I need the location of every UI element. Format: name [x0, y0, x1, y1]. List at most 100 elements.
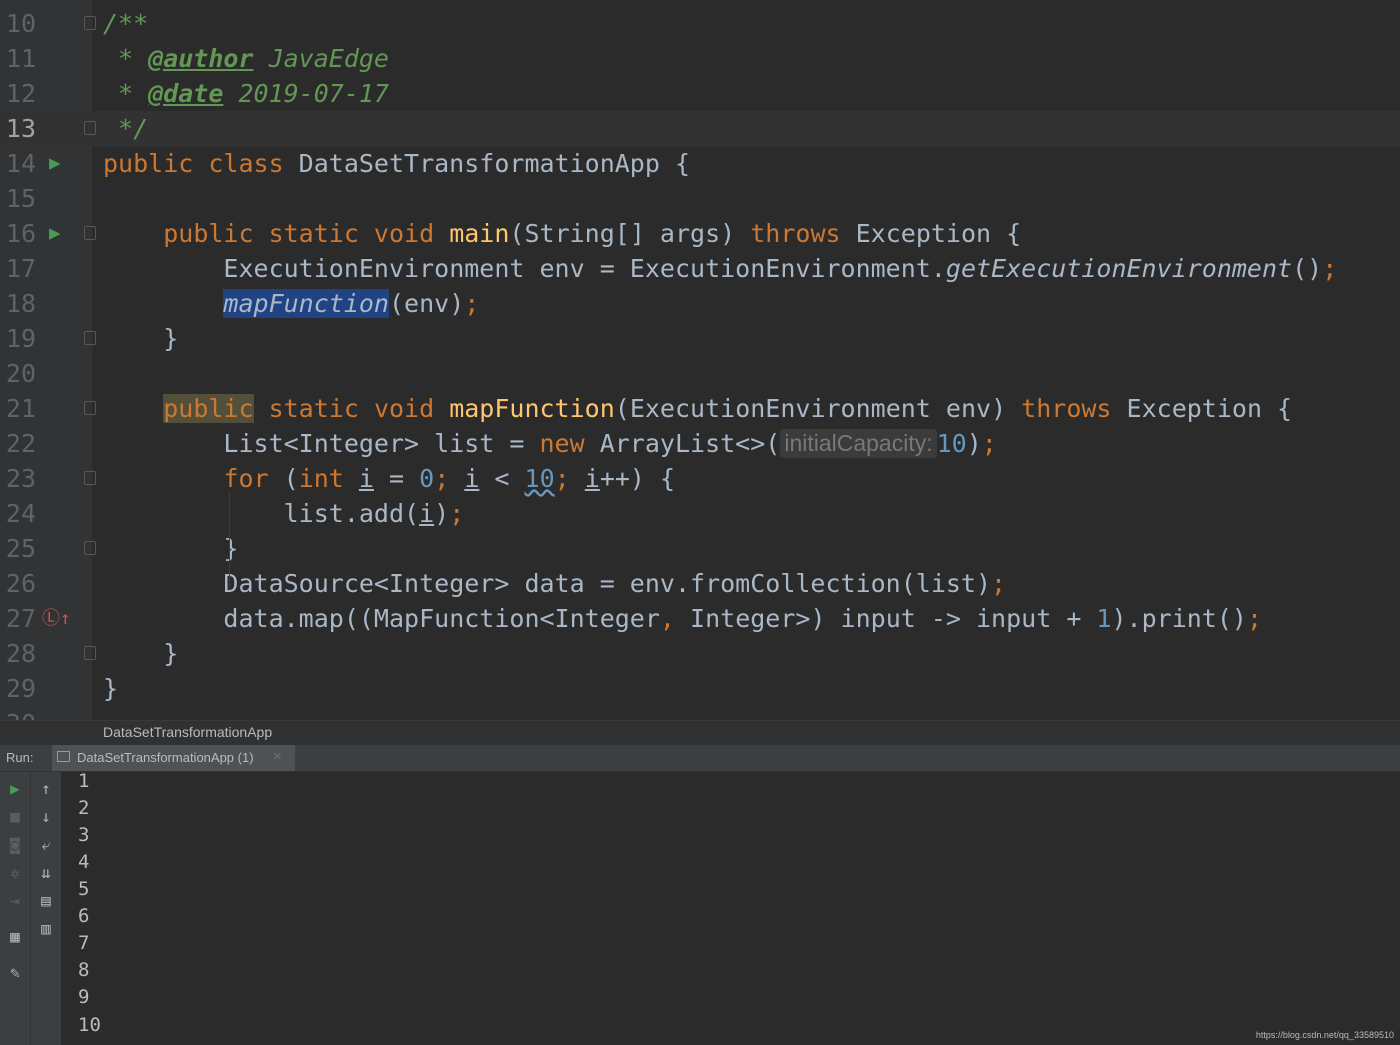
for-open: (: [268, 464, 299, 493]
line-number: 14: [5, 149, 36, 178]
code-line-19: 19 }: [0, 321, 1400, 356]
console-line: 5: [78, 878, 90, 900]
code-line-21: 21 public static void mapFunction(Execut…: [0, 391, 1400, 426]
line-number: 17: [5, 254, 36, 283]
fold-icon[interactable]: [84, 471, 96, 485]
console-line: 6: [78, 905, 90, 927]
pin-icon[interactable]: ✎: [0, 963, 30, 983]
fold-icon[interactable]: [84, 401, 96, 415]
code-line-17: 17 ExecutionEnvironment env = ExecutionE…: [0, 251, 1400, 286]
selected-method-call[interactable]: mapFunction: [223, 289, 389, 318]
semicolon: ;: [449, 499, 465, 528]
console-line: 10: [78, 1014, 101, 1036]
console-line: 2: [78, 797, 90, 819]
fold-icon[interactable]: [84, 121, 96, 135]
layout-icon[interactable]: ▦: [0, 927, 30, 947]
close-icon[interactable]: ×: [273, 748, 282, 765]
keyword-static-void: static void: [253, 394, 450, 423]
line-number: 18: [5, 289, 36, 318]
line-number: 26: [5, 569, 36, 598]
line-number: 27: [5, 604, 36, 633]
fold-icon[interactable]: [84, 646, 96, 660]
close-brace: }: [223, 534, 239, 563]
line-number: 10: [5, 9, 36, 38]
loop-variable: i: [419, 499, 435, 528]
trash-icon[interactable]: ▥: [31, 919, 61, 939]
line-number: 25: [5, 534, 36, 563]
semicolon: ;: [1322, 254, 1338, 283]
scroll-to-end-icon[interactable]: ⇊: [31, 863, 61, 883]
exception-type: Exception {: [840, 219, 1022, 248]
loop-variable: i: [584, 464, 600, 493]
run-label: Run:: [6, 750, 34, 765]
paren-close: ): [434, 499, 450, 528]
mapfunction-params: (ExecutionEnvironment env): [614, 394, 1022, 423]
console-line: 3: [78, 824, 90, 846]
breadcrumb-item[interactable]: DataSetTransformationApp: [103, 724, 272, 740]
number-literal: 10: [524, 464, 555, 493]
code-line-18: 18 mapFunction(env);: [0, 286, 1400, 321]
console-output[interactable]: 1 2 3 4 5 6 7 8 9 10: [62, 770, 1400, 1045]
print-call: ).print(): [1111, 604, 1247, 633]
run-icon[interactable]: ▶: [0, 779, 30, 799]
camera-icon[interactable]: ◙: [0, 835, 30, 855]
run-main-icon[interactable]: ▶: [49, 216, 60, 251]
debug-icon[interactable]: ✲: [0, 863, 30, 883]
code-line-24: 24 list.add(i);: [0, 496, 1400, 531]
exit-icon[interactable]: ⇥: [0, 891, 30, 911]
arrow-down-icon[interactable]: ↓: [31, 807, 61, 827]
fold-icon[interactable]: [84, 226, 96, 240]
stop-icon[interactable]: ■: [0, 807, 30, 827]
env-declaration: ExecutionEnvironment env = ExecutionEnvi…: [223, 254, 946, 283]
close-brace: }: [163, 324, 179, 353]
line-number: 12: [5, 79, 36, 108]
increment: ++) {: [599, 464, 676, 493]
semicolon: ;: [464, 289, 480, 318]
line-number: 19: [5, 324, 36, 353]
semicolon: ;: [554, 464, 570, 493]
run-tool-header: Run: DataSetTransformationApp (1) ×: [0, 745, 1400, 772]
comma: ,: [659, 604, 675, 633]
fold-icon[interactable]: [84, 541, 96, 555]
fold-icon[interactable]: [84, 16, 96, 30]
code-line-28: 28 }: [0, 636, 1400, 671]
data-map-lambda: Integer>) input -> input +: [674, 604, 1097, 633]
semicolon: ;: [1246, 604, 1263, 633]
method-name-mapfunction: mapFunction: [449, 394, 615, 423]
arrow-up-icon[interactable]: ↑: [31, 779, 61, 799]
breadcrumb[interactable]: DataSetTransformationApp: [0, 720, 1400, 745]
line-number: 16: [5, 219, 36, 248]
keyword-modifiers: public static void: [163, 219, 450, 248]
javadoc-date-value: 2019-07-17: [223, 79, 389, 108]
arraylist-constructor: ArrayList<>(: [584, 429, 781, 458]
code-line-12: 12 * @date 2019-07-17: [0, 76, 1400, 111]
javadoc-date-tag: @date: [148, 79, 224, 108]
run-class-icon[interactable]: ▶: [49, 146, 60, 181]
code-editor[interactable]: 10 /** 11 * @author JavaEdge 12 * @date …: [0, 0, 1400, 720]
comment-close: */: [103, 114, 149, 143]
keyword-for: for: [223, 464, 269, 493]
line-number: 30: [0, 706, 36, 720]
semicolon: ;: [434, 464, 450, 493]
operator-lt: <: [479, 464, 525, 493]
data-map-call: data.map((MapFunction<Integer: [223, 604, 660, 633]
code-line-22: 22 List<Integer> list = new ArrayList<>(…: [0, 426, 1400, 461]
code-line-26: 26 DataSource<Integer> data = env.fromCo…: [0, 566, 1400, 601]
console-line: 9: [78, 986, 90, 1008]
run-toolbar-right: ↑ ↓ ⤶ ⇊ ▤ ▥: [31, 772, 61, 1045]
console-line: 8: [78, 959, 90, 981]
console-icon: [57, 751, 70, 762]
console-line: 4: [78, 851, 90, 873]
lambda-override-icon[interactable]: Ⓛ↑: [42, 601, 71, 636]
keyword-new: new: [539, 429, 585, 458]
list-declaration: List<Integer> list =: [223, 429, 540, 458]
comment-star: *: [103, 44, 149, 73]
console-line: 1: [78, 770, 90, 792]
line-number: 28: [5, 639, 36, 668]
semicolon: ;: [991, 569, 1007, 598]
fold-icon[interactable]: [84, 331, 96, 345]
keyword-int: int: [298, 464, 344, 493]
print-icon[interactable]: ▤: [31, 891, 61, 911]
soft-wrap-icon[interactable]: ⤶: [31, 835, 61, 855]
code-line-14: 14 ▶ public class DataSetTransformationA…: [0, 146, 1400, 181]
